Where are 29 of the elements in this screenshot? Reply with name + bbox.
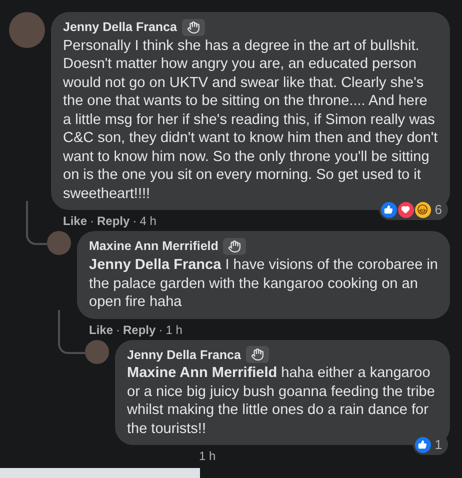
avatar[interactable] <box>9 12 45 48</box>
like-link[interactable]: Like <box>89 320 114 338</box>
laughing-face-icon <box>414 202 431 218</box>
reply-link[interactable]: Reply <box>123 320 156 338</box>
thread-line <box>26 201 47 246</box>
waving-hand-icon <box>182 18 205 36</box>
separator-dot: · <box>90 213 94 230</box>
timestamp[interactable]: 1 h <box>199 447 216 466</box>
reaction-count: 1 <box>434 436 443 454</box>
like-reaction-icon <box>414 436 431 452</box>
author-name[interactable]: Maxine Ann Merrifield <box>89 237 218 256</box>
reaction-count: 6 <box>434 200 443 219</box>
avatar[interactable] <box>47 231 71 256</box>
waving-hand-icon <box>223 238 246 256</box>
separator-dot: · <box>116 322 120 338</box>
author-name[interactable]: Jenny Della Franca <box>127 346 241 364</box>
timestamp[interactable]: 4 h <box>140 212 156 230</box>
avatar[interactable] <box>85 340 109 364</box>
author-name[interactable]: Jenny Della Franca <box>63 18 177 37</box>
like-reaction-icon <box>380 202 397 218</box>
like-link[interactable]: Like <box>63 212 88 230</box>
reply-link[interactable]: Reply <box>97 212 130 230</box>
timestamp[interactable]: 1 h <box>166 320 182 338</box>
waving-hand-icon <box>246 346 269 364</box>
separator-dot: · <box>158 322 163 338</box>
thread-line <box>58 310 85 354</box>
separator-dot: · <box>132 213 137 230</box>
comment-text: Jenny Della Franca I have visions of the corobaree in the palace garden with the kangaroo cooking on an open fire haha <box>89 256 438 312</box>
heart-reaction-icon <box>398 202 414 218</box>
